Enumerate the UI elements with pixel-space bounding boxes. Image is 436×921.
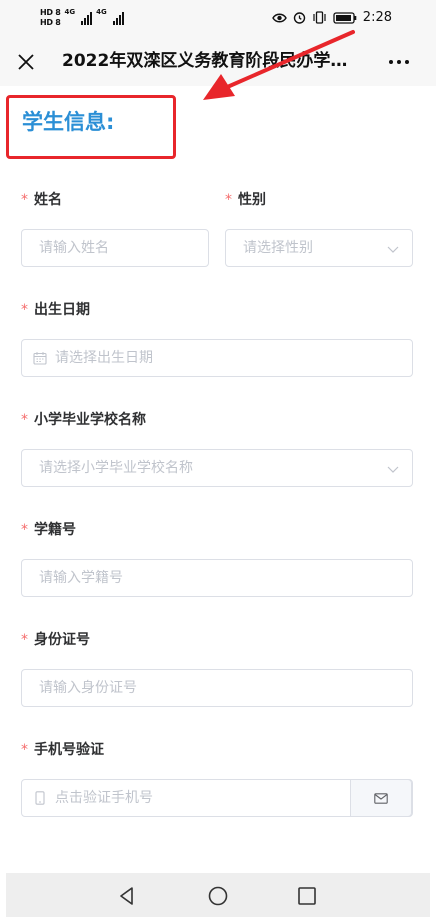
back-icon[interactable] — [116, 885, 138, 907]
school-label-text: 小学毕业学校名称 — [34, 412, 146, 428]
student-id-label-text: 学籍号 — [34, 522, 76, 538]
hd-indicator: HD 8 HD 8 — [40, 8, 61, 27]
network-indicators: HD 8 HD 8 4G 4G — [40, 8, 124, 27]
student-id-input[interactable]: 请输入学籍号 — [21, 559, 413, 597]
birth-date-picker[interactable]: 请选择出生日期 — [21, 339, 413, 377]
student-id-label: * 学籍号 — [21, 519, 76, 539]
network-type-2: 4G — [96, 8, 107, 16]
battery-icon — [333, 11, 357, 24]
name-input[interactable]: 请输入姓名 — [21, 229, 209, 267]
vibrate-icon — [313, 11, 326, 24]
phone-verify-input[interactable]: 点击验证手机号 — [21, 779, 413, 817]
alarm-icon — [293, 12, 305, 24]
annotation-highlight-box — [6, 95, 176, 159]
required-mark: * — [21, 522, 28, 538]
required-mark: * — [21, 742, 28, 758]
name-placeholder: 请输入姓名 — [39, 240, 109, 256]
required-mark: * — [21, 302, 28, 318]
chevron-down-icon — [387, 246, 399, 253]
id-card-input[interactable]: 请输入身份证号 — [21, 669, 413, 707]
network-type-1: 4G — [64, 8, 76, 16]
required-mark: * — [21, 192, 28, 208]
signal-icon-1 — [81, 11, 93, 25]
id-card-label: * 身份证号 — [21, 629, 90, 649]
chevron-down-icon — [387, 466, 399, 473]
phone-icon — [35, 791, 45, 805]
phone-label-text: 手机号验证 — [34, 742, 104, 758]
gender-select[interactable]: 请选择性别 — [225, 229, 413, 267]
birth-label-text: 出生日期 — [34, 302, 90, 318]
school-label: * 小学毕业学校名称 — [21, 409, 146, 429]
birth-label: * 出生日期 — [21, 299, 90, 319]
home-icon[interactable] — [207, 885, 229, 907]
hd-label-top: HD 8 — [40, 8, 61, 17]
more-icon-dot — [397, 60, 401, 64]
clock: 2:28 — [362, 10, 392, 25]
recents-icon[interactable] — [296, 885, 318, 907]
school-placeholder: 请选择小学毕业学校名称 — [39, 460, 193, 476]
gender-placeholder: 请选择性别 — [243, 240, 313, 256]
send-verification-button[interactable] — [350, 779, 412, 817]
close-icon — [18, 54, 34, 70]
more-icon-dot — [405, 60, 409, 64]
navigation-bar — [6, 873, 430, 917]
student-id-placeholder: 请输入学籍号 — [39, 570, 123, 586]
status-icons: 2:28 — [271, 10, 392, 25]
name-label-text: 姓名 — [34, 192, 62, 208]
required-mark: * — [225, 192, 232, 208]
gender-label-text: 性别 — [238, 192, 266, 208]
more-button[interactable] — [385, 50, 413, 74]
required-mark: * — [21, 632, 28, 648]
birth-placeholder: 请选择出生日期 — [55, 350, 153, 366]
close-button[interactable] — [14, 50, 38, 74]
annotation-arrow-icon — [203, 30, 355, 100]
required-mark: * — [21, 412, 28, 428]
signal-icon-2 — [112, 11, 124, 25]
name-label: * 姓名 — [21, 189, 62, 209]
more-icon — [389, 60, 393, 64]
eye-icon — [271, 13, 287, 22]
mail-icon — [374, 792, 388, 804]
id-card-placeholder: 请输入身份证号 — [39, 680, 137, 696]
gender-label: * 性别 — [225, 189, 266, 209]
hd-label-bottom: HD 8 — [40, 18, 61, 27]
phone-placeholder: 点击验证手机号 — [55, 790, 153, 806]
calendar-icon — [33, 352, 47, 365]
phone-label: * 手机号验证 — [21, 739, 104, 759]
id-card-label-text: 身份证号 — [34, 632, 90, 648]
school-select[interactable]: 请选择小学毕业学校名称 — [21, 449, 413, 487]
